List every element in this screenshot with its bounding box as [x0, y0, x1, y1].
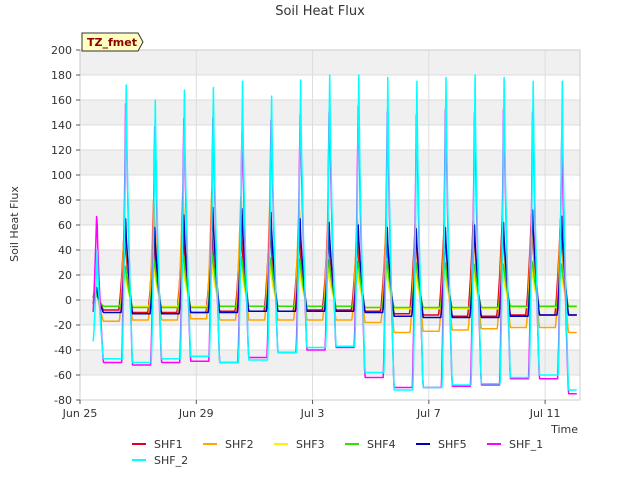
legend-label: SHF5	[438, 438, 467, 451]
x-tick-label: Jul 3	[300, 407, 325, 420]
x-axis-ticks: Jun 25 Jun 29 Jul 3 Jul 7 Jul 11	[62, 400, 561, 420]
chart-title: Soil Heat Flux	[275, 4, 365, 19]
x-tick-label: Jun 25	[62, 407, 98, 420]
legend-label: SHF3	[296, 438, 325, 451]
background-band	[80, 350, 580, 375]
background-band	[80, 325, 580, 350]
legend-label: SHF_2	[154, 454, 188, 467]
y-tick-label: 60	[58, 219, 72, 232]
y-tick-label: 20	[58, 269, 72, 282]
y-tick-label: -40	[54, 344, 72, 357]
legend-label: SHF4	[367, 438, 396, 451]
site-tag-label: TZ_fmet	[87, 36, 137, 49]
legend-label: SHF1	[154, 438, 183, 451]
x-tick-label: Jul 7	[416, 407, 441, 420]
x-tick-label: Jul 11	[529, 407, 561, 420]
legend-label: SHF2	[225, 438, 254, 451]
y-tick-label: 120	[51, 144, 72, 157]
y-axis-label: Soil Heat Flux	[8, 186, 21, 262]
y-tick-label: -80	[54, 394, 72, 407]
soil-heat-flux-chart: Soil Heat Flux -80 -60 -40 -20 0 20 40 60 80 100 1…	[8, 4, 581, 467]
y-tick-label: 0	[65, 294, 72, 307]
legend: SHF1 SHF2 SHF3 SHF4 SHF5 SHF_1 SHF_2	[132, 438, 543, 467]
site-tag: TZ_fmet	[81, 32, 144, 52]
y-tick-label: 200	[51, 44, 72, 57]
y-axis-ticks: -80 -60 -40 -20 0 20 40 60 80 100 120 140 160 180 200	[51, 44, 80, 407]
background-band	[80, 300, 580, 325]
y-tick-label: -20	[54, 319, 72, 332]
y-tick-label: 40	[58, 244, 72, 257]
y-tick-label: 100	[51, 169, 72, 182]
background-band	[80, 375, 580, 400]
background-band	[80, 50, 580, 75]
y-tick-label: -60	[54, 369, 72, 382]
y-tick-label: 160	[51, 94, 72, 107]
legend-label: SHF_1	[509, 438, 543, 451]
y-tick-label: 140	[51, 119, 72, 132]
x-axis-label: Time	[550, 423, 578, 436]
y-tick-label: 180	[51, 69, 72, 82]
x-tick-label: Jun 29	[178, 407, 214, 420]
y-tick-label: 80	[58, 194, 72, 207]
